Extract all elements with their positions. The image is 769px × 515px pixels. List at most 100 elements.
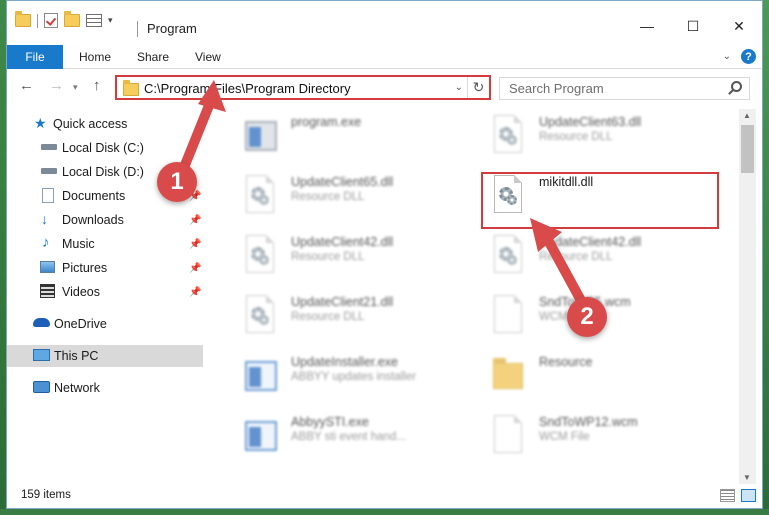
sidebar-item-videos[interactable]: Videos 📌 (7, 281, 203, 303)
vertical-scrollbar[interactable]: ▲ ▼ (739, 109, 756, 484)
pin-icon[interactable]: 📌 (189, 287, 201, 298)
file-icon (491, 295, 523, 335)
download-icon: ↓ (41, 211, 48, 227)
file-list: program.exe UpdateClient63.dll Resource … (217, 109, 732, 484)
sidebar-item-local-disk-c[interactable]: Local Disk (C:) (7, 137, 203, 159)
navigation-bar: ← → ▾ ↑ C:\Program Files\Program Directo… (7, 73, 762, 103)
large-icons-view-icon[interactable] (741, 489, 756, 502)
file-item[interactable]: UpdateClient65.dll Resource DLL (227, 169, 467, 227)
scroll-up-arrow-icon[interactable]: ▲ (743, 111, 751, 120)
sidebar-item-downloads[interactable]: ↓ Downloads 📌 (7, 209, 203, 231)
app-icon (243, 415, 277, 455)
app-window-icon (245, 421, 277, 451)
address-path[interactable]: C:\Program Files\Program Directory (144, 81, 351, 96)
music-icon: ♪ (42, 234, 50, 251)
file-type: Resource DLL (291, 191, 365, 203)
gear-icon (259, 195, 269, 205)
file-name: UpdateInstaller.exe (291, 355, 399, 369)
file-item[interactable]: UpdateClient63.dll Resource DLL (475, 109, 715, 167)
file-item[interactable]: SndToWP12.wcm WCM File (475, 409, 715, 467)
sidebar-item-network[interactable]: Network (7, 377, 203, 399)
gear-icon (507, 135, 517, 145)
sidebar-item-label: Videos (62, 285, 100, 299)
refresh-icon[interactable]: ↻ (467, 77, 489, 98)
file-item[interactable]: UpdateClient42.dll Resource DLL (227, 229, 467, 287)
status-bar: 159 items (7, 486, 762, 508)
pictures-icon (40, 261, 55, 273)
folder-shape-icon (493, 358, 523, 389)
expand-ribbon-chevron-icon[interactable]: ⌄ (723, 51, 731, 62)
item-count: 159 items (21, 489, 71, 501)
close-button[interactable]: ✕ (716, 11, 762, 41)
maximize-button[interactable]: ☐ (670, 11, 716, 41)
window-controls: — ☐ ✕ (624, 11, 762, 41)
address-history-chevron-icon[interactable]: ⌄ (455, 82, 463, 93)
sidebar-item-label: Local Disk (C:) (62, 141, 144, 155)
network-icon (33, 381, 50, 393)
new-folder-icon[interactable] (64, 11, 80, 27)
details-view-icon[interactable] (720, 489, 735, 502)
star-icon: ★ (34, 115, 47, 131)
sidebar-item-label: This PC (54, 349, 99, 363)
sidebar-item-music[interactable]: ♪ Music 📌 (7, 233, 203, 255)
videos-icon (40, 284, 55, 298)
search-input[interactable] (500, 78, 720, 99)
title-bar: ▾ Program — ☐ ✕ (7, 1, 762, 41)
address-bar[interactable]: C:\Program Files\Program Directory ⌄ ↻ (115, 75, 491, 100)
file-item[interactable]: UpdateClient42.dll Resource DLL (475, 229, 715, 287)
documents-icon (42, 188, 54, 203)
scroll-thumb[interactable] (741, 125, 754, 173)
sidebar-item-label: Downloads (62, 213, 124, 227)
tab-view[interactable]: View (195, 45, 221, 69)
desktop-wallpaper-right (763, 0, 769, 515)
tab-file[interactable]: File (7, 45, 63, 69)
sidebar-item-quick-access[interactable]: ★ Quick access (7, 113, 203, 135)
file-item[interactable]: UpdateInstaller.exe ABBYY updates instal… (227, 349, 467, 407)
gear-icon (259, 315, 269, 325)
customize-toolbar-chevron-icon[interactable]: ▾ (108, 15, 113, 26)
properties-check-icon[interactable] (44, 13, 58, 28)
dll-gear-icon (243, 295, 275, 335)
file-item[interactable]: AbbyySTI.exe ABBY sti event hand... (227, 409, 467, 467)
file-name: UpdateClient63.dll (539, 115, 642, 129)
window-title: Program (147, 21, 197, 36)
back-arrow-icon[interactable]: ← (19, 77, 34, 94)
view-toggle (720, 489, 756, 502)
sidebar-item-label: Pictures (62, 261, 108, 275)
sidebar-item-label: Local Disk (D:) (62, 165, 144, 179)
minimize-button[interactable]: — (624, 11, 670, 41)
file-item[interactable]: program.exe (227, 109, 467, 167)
forward-arrow-icon[interactable]: → (49, 77, 64, 94)
search-box[interactable] (499, 77, 750, 100)
file-icon (491, 415, 523, 455)
scroll-down-arrow-icon[interactable]: ▼ (743, 473, 751, 482)
folder-icon (15, 11, 31, 27)
file-name: UpdateClient42.dll (291, 235, 394, 249)
toolbar-separator (37, 13, 38, 28)
search-icon[interactable] (731, 81, 742, 92)
file-name: AbbyySTI.exe (291, 415, 369, 429)
sidebar-item-onedrive[interactable]: OneDrive (7, 313, 203, 335)
installer-box-icon (245, 121, 277, 151)
tab-home[interactable]: Home (79, 45, 111, 69)
recent-locations-chevron-icon[interactable]: ▾ (73, 82, 78, 93)
view-properties-icon[interactable] (86, 14, 102, 27)
tab-share[interactable]: Share (137, 45, 169, 69)
pin-icon[interactable]: 📌 (189, 263, 201, 274)
file-item[interactable]: UpdateClient21.dll Resource DLL (227, 289, 467, 347)
app-icon (243, 355, 277, 395)
pin-icon[interactable]: 📌 (189, 239, 201, 250)
sidebar-item-label: OneDrive (54, 317, 107, 331)
quick-access-toolbar: ▾ (15, 11, 113, 28)
sidebar-item-pictures[interactable]: Pictures 📌 (7, 257, 203, 279)
up-arrow-icon[interactable]: ↑ (93, 77, 101, 94)
file-item[interactable]: Resource (475, 349, 715, 407)
file-type: ABBY sti event hand... (291, 431, 406, 443)
sidebar-item-label: Network (54, 381, 100, 395)
sidebar-item-this-pc[interactable]: This PC (7, 345, 203, 367)
help-icon[interactable]: ? (741, 49, 756, 64)
pin-icon[interactable]: 📌 (189, 215, 201, 226)
file-type: WCM File (539, 431, 590, 443)
step-2-badge: 2 (567, 297, 607, 337)
app-window-icon (245, 361, 277, 391)
